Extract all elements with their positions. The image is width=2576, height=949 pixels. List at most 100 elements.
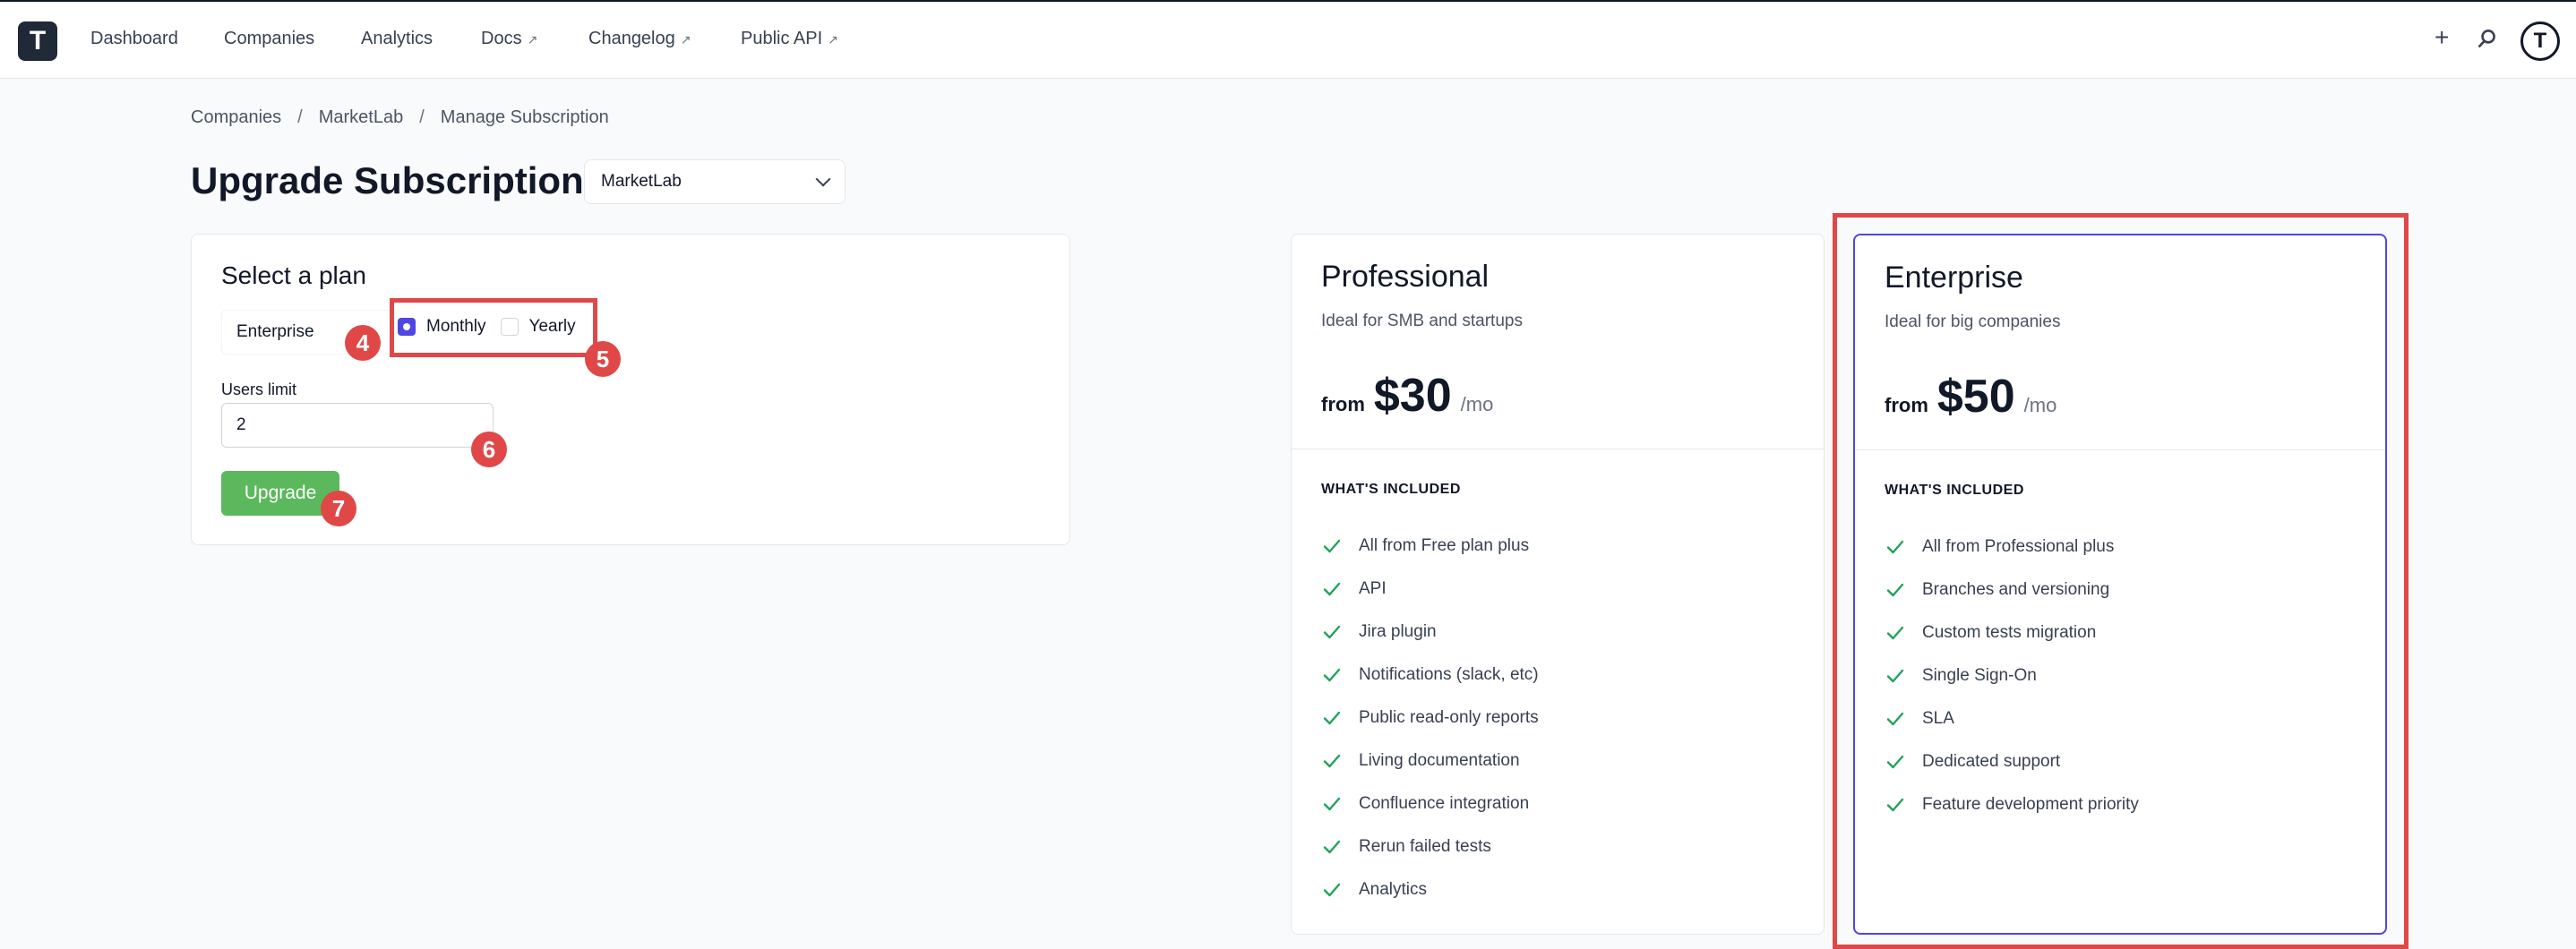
breadcrumb-item[interactable]: MarketLab <box>319 107 404 128</box>
feature-item: API <box>1321 568 1539 611</box>
nav-label: Docs <box>481 29 522 48</box>
external-link-icon: ↗ <box>828 32 838 47</box>
external-link-icon: ↗ <box>680 32 691 47</box>
feature-item: Rerun failed tests <box>1321 825 1539 868</box>
feature-item: Confluence integration <box>1321 782 1539 825</box>
feature-label: Confluence integration <box>1359 794 1530 813</box>
page-title: Upgrade Subscription <box>191 159 584 201</box>
price-period: /mo <box>1460 393 1494 415</box>
plan-name: Enterprise <box>1885 261 2023 295</box>
avatar[interactable]: T <box>2520 21 2560 61</box>
plus-glyph: + <box>2434 23 2450 51</box>
plan-price: from $50 /mo <box>1885 370 2057 423</box>
feature-item: Analytics <box>1321 868 1539 911</box>
check-icon <box>1323 754 1341 768</box>
top-navigation: T Dashboard Companies Analytics Docs ↗ Ch… <box>0 0 2576 79</box>
check-icon <box>1323 539 1341 553</box>
check-icon <box>1323 625 1341 639</box>
nav-label: Public API <box>741 29 823 48</box>
users-limit-label: Users limit <box>221 380 296 398</box>
feature-label: Custom tests migration <box>1922 623 2097 642</box>
check-icon <box>1323 582 1341 596</box>
price-period: /mo <box>2023 394 2057 416</box>
feature-list: All from Free plan plus API Jira plugin Not… <box>1321 525 1539 911</box>
avatar-glyph: T <box>2533 29 2547 53</box>
feature-label: Feature development priority <box>1922 795 2139 814</box>
feature-item: Branches and versioning <box>1885 569 2139 611</box>
check-icon <box>1886 540 1904 554</box>
check-icon <box>1323 883 1341 897</box>
check-icon <box>1323 711 1341 725</box>
price-from: from <box>1321 393 1365 415</box>
plan-select-value: Enterprise <box>236 322 314 341</box>
chevron-down-icon <box>815 171 831 187</box>
plan-tagline: Ideal for big companies <box>1885 312 2061 331</box>
logo-icon[interactable]: T <box>18 21 57 61</box>
feature-label: Public read-only reports <box>1359 708 1539 727</box>
company-select[interactable]: MarketLab <box>584 159 846 204</box>
breadcrumb-separator: / <box>419 107 425 127</box>
nav-item-public-api[interactable]: Public API ↗ <box>741 29 838 49</box>
external-link-icon: ↗ <box>527 32 538 47</box>
feature-item: Jira plugin <box>1321 611 1539 654</box>
check-icon <box>1886 712 1904 726</box>
included-heading: WHAT'S INCLUDED <box>1321 482 1461 497</box>
annotation-highlight-box <box>390 298 597 357</box>
plan-tagline: Ideal for SMB and startups <box>1321 312 1523 330</box>
users-limit-input[interactable] <box>221 403 494 448</box>
feature-item: Public read-only reports <box>1321 697 1539 740</box>
nav-label: Dashboard <box>90 29 178 48</box>
annotation-badge: 6 <box>471 432 507 467</box>
company-select-value: MarketLab <box>601 172 682 191</box>
feature-item: All from Free plan plus <box>1321 525 1539 568</box>
breadcrumb-item: Manage Subscription <box>440 107 609 127</box>
feature-label: Dedicated support <box>1922 752 2061 771</box>
nav-label: Analytics <box>361 29 434 48</box>
plan-price: from $30 /mo <box>1321 369 1493 423</box>
price-amount: $30 <box>1373 370 1452 422</box>
feature-item: All from Professional plus <box>1885 526 2139 569</box>
feature-label: SLA <box>1922 709 1954 728</box>
annotation-badge: 5 <box>585 341 621 377</box>
breadcrumb: Companies / MarketLab / Manage Subscript… <box>191 107 609 128</box>
plan-name: Professional <box>1321 260 1490 294</box>
add-icon[interactable]: + <box>2434 23 2449 52</box>
search-icon[interactable] <box>2476 27 2499 56</box>
price-from: from <box>1885 394 1928 416</box>
feature-label: API <box>1359 579 1387 598</box>
feature-label: Notifications (slack, etc) <box>1359 665 1539 684</box>
feature-label: Living documentation <box>1359 751 1520 770</box>
breadcrumb-item[interactable]: Companies <box>191 107 281 128</box>
feature-label: All from Free plan plus <box>1359 536 1530 555</box>
feature-item: Living documentation <box>1321 740 1539 782</box>
nav-item-dashboard[interactable]: Dashboard <box>90 29 178 49</box>
divider <box>1855 449 2385 450</box>
annotation-badge: 4 <box>345 325 381 361</box>
check-icon <box>1886 583 1904 597</box>
check-icon <box>1886 669 1904 683</box>
nav-item-analytics[interactable]: Analytics <box>361 29 433 49</box>
check-icon <box>1886 626 1904 640</box>
breadcrumb-separator: / <box>297 107 303 127</box>
check-icon <box>1323 668 1341 682</box>
check-icon <box>1323 797 1341 811</box>
feature-item: Dedicated support <box>1885 740 2139 783</box>
included-heading: WHAT'S INCLUDED <box>1885 483 2024 498</box>
nav-item-docs[interactable]: Docs ↗ <box>481 29 537 49</box>
feature-list: All from Professional plus Branches and v… <box>1885 526 2139 826</box>
feature-item: SLA <box>1885 697 2139 740</box>
logo-glyph: T <box>29 26 47 56</box>
feature-label: Single Sign-On <box>1922 666 2037 685</box>
nav-label: Companies <box>224 29 315 48</box>
search-icon-svg <box>2478 30 2495 47</box>
nav-item-companies[interactable]: Companies <box>224 29 314 49</box>
nav-item-changelog[interactable]: Changelog ↗ <box>588 29 691 49</box>
annotation-badge: 7 <box>321 491 356 526</box>
feature-item: Custom tests migration <box>1885 611 2139 654</box>
check-icon <box>1886 798 1904 812</box>
check-icon <box>1886 755 1904 769</box>
check-icon <box>1323 840 1341 854</box>
feature-label: Jira plugin <box>1359 622 1437 641</box>
price-amount: $50 <box>1936 371 2015 423</box>
feature-item: Notifications (slack, etc) <box>1321 654 1539 697</box>
